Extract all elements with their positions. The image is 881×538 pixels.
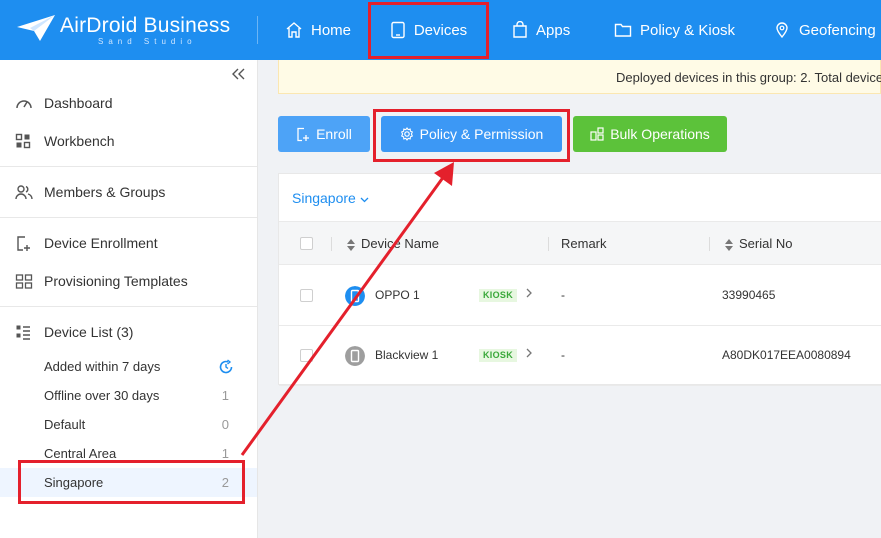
device-name[interactable]: OPPO 1 xyxy=(375,288,420,302)
device-table-panel: Singapore Device Name Remark Serial No O… xyxy=(278,173,881,386)
device-enroll-icon xyxy=(17,236,30,251)
nav-home-label: Home xyxy=(311,21,352,39)
column-divider xyxy=(709,237,710,251)
sort-icon[interactable] xyxy=(725,239,733,251)
sidebar-item-label: Dashboard xyxy=(44,95,113,111)
list-icon xyxy=(16,325,30,340)
device-status-icon xyxy=(345,346,365,366)
sidebar-item-device-enrollment[interactable]: Device Enrollment xyxy=(0,225,257,261)
highlight-singapore-group xyxy=(18,460,245,504)
sidebar-item-device-list[interactable]: Device List (3) xyxy=(0,314,257,350)
header-device-name[interactable]: Device Name xyxy=(361,236,439,251)
dashboard-icon xyxy=(16,100,32,109)
group-selector-value: Singapore xyxy=(292,190,356,206)
notice-text: Deployed devices in this group: 2. Total… xyxy=(616,70,881,85)
brand-subtitle: Sand Studio xyxy=(98,37,197,46)
device-serial: A80DK017EEA0080894 xyxy=(722,348,851,362)
group-count: 1 xyxy=(221,388,229,403)
group-count: 1 xyxy=(221,446,229,461)
nav-divider xyxy=(257,16,258,44)
kiosk-badge: KIOSK xyxy=(479,349,518,362)
folder-icon xyxy=(614,23,632,37)
column-divider xyxy=(548,237,549,251)
sidebar-divider xyxy=(0,306,257,307)
workbench-icon xyxy=(15,133,31,149)
enroll-button[interactable]: Enroll xyxy=(278,116,370,152)
group-offline-over-30-days[interactable]: Offline over 30 days 1 xyxy=(0,381,257,410)
nav-apps-label: Apps xyxy=(536,21,571,39)
notice-banner: Deployed devices in this group: 2. Total… xyxy=(278,60,881,94)
chevron-right-icon[interactable] xyxy=(526,288,533,298)
group-label: Added within 7 days xyxy=(44,359,161,374)
sidebar-item-members-groups[interactable]: Members & Groups xyxy=(0,174,257,210)
group-label: Central Area xyxy=(44,446,117,461)
nav-geo-label: Geofencing xyxy=(799,21,876,39)
device-name[interactable]: Blackview 1 xyxy=(375,348,438,362)
brand-name: AirDroid Business xyxy=(60,14,231,37)
sidebar-item-provisioning-templates[interactable]: Provisioning Templates xyxy=(0,263,257,299)
kiosk-badge: KIOSK xyxy=(479,289,518,302)
row-checkbox[interactable] xyxy=(300,289,313,302)
sidebar-item-label: Members & Groups xyxy=(44,184,166,200)
sort-icon[interactable] xyxy=(347,239,355,251)
nav-home[interactable]: Home xyxy=(285,0,351,60)
nav-policy-kiosk[interactable]: Policy & Kiosk xyxy=(614,0,735,60)
chevron-right-icon[interactable] xyxy=(526,348,533,358)
home-icon xyxy=(286,22,302,38)
select-all-checkbox[interactable] xyxy=(300,237,313,250)
device-remark: - xyxy=(561,288,565,302)
nav-apps[interactable]: Apps xyxy=(512,0,570,60)
column-divider xyxy=(331,237,332,251)
device-status-icon xyxy=(345,286,365,306)
sidebar-item-dashboard[interactable]: Dashboard xyxy=(0,85,257,121)
sidebar-item-workbench[interactable]: Workbench xyxy=(0,123,257,159)
group-label: Default xyxy=(44,417,86,432)
highlight-devices-tab xyxy=(368,2,489,59)
nav-policy-label: Policy & Kiosk xyxy=(640,21,736,39)
highlight-policy-button xyxy=(373,109,570,162)
bulk-operations-label: Bulk Operations xyxy=(610,126,710,142)
sidebar-divider xyxy=(0,217,257,218)
group-count: 0 xyxy=(221,417,229,432)
chevron-down-icon xyxy=(360,197,369,203)
map-pin-icon xyxy=(776,22,788,39)
group-selector[interactable]: Singapore xyxy=(292,190,369,206)
group-label: Offline over 30 days xyxy=(44,388,160,403)
group-added-within-7-days[interactable]: Added within 7 days xyxy=(0,352,257,381)
table-header: Device Name Remark Serial No xyxy=(279,221,881,265)
members-icon xyxy=(15,185,33,200)
sidebar-item-label: Device List (3) xyxy=(44,324,134,340)
sidebar-item-label: Provisioning Templates xyxy=(44,273,188,289)
group-default[interactable]: Default 0 xyxy=(0,410,257,439)
table-row[interactable]: Blackview 1 KIOSK - A80DK017EEA0080894 xyxy=(279,326,881,386)
row-checkbox[interactable] xyxy=(300,349,313,362)
bulk-icon xyxy=(590,127,604,141)
refresh-icon[interactable] xyxy=(218,359,234,375)
table-row[interactable]: OPPO 1 KIOSK - 33990465 xyxy=(279,266,881,326)
brand-logo[interactable]: AirDroid Business Sand Studio xyxy=(16,12,236,48)
sidebar-item-label: Workbench xyxy=(44,133,115,149)
bag-icon xyxy=(513,21,527,38)
header-serial-no[interactable]: Serial No xyxy=(739,236,792,251)
sidebar-item-label: Device Enrollment xyxy=(44,235,158,251)
header-remark: Remark xyxy=(561,236,607,251)
bulk-operations-button[interactable]: Bulk Operations xyxy=(573,116,727,152)
collapse-sidebar-icon[interactable] xyxy=(230,66,246,82)
nav-geofencing[interactable]: Geofencing xyxy=(773,0,876,60)
sidebar-divider xyxy=(0,166,257,167)
enroll-icon xyxy=(297,127,310,141)
device-serial: 33990465 xyxy=(722,288,776,302)
paper-plane-icon xyxy=(17,15,55,41)
device-remark: - xyxy=(561,348,565,362)
enroll-label: Enroll xyxy=(316,126,352,142)
template-icon xyxy=(15,274,33,289)
